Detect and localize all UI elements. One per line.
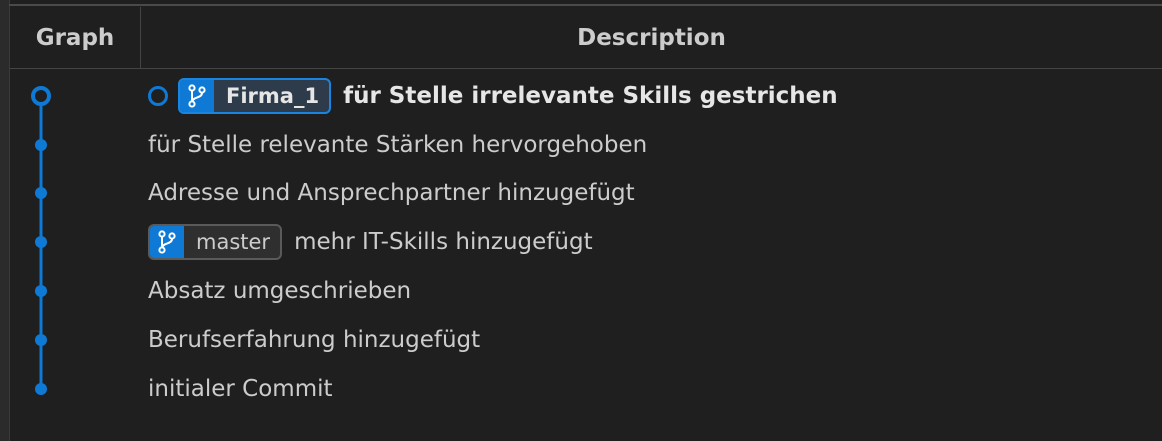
commit-row[interactable]: master mehr IT-Skills hinzugefügt [148,222,593,262]
graph-node[interactable] [35,187,47,199]
branch-label: master [196,230,271,254]
branch-label: Firma_1 [226,84,320,108]
commit-message: initialer Commit [148,376,333,402]
commit-message: Absatz umgeschrieben [148,278,412,304]
commit-row[interactable]: initialer Commit [148,369,333,409]
commit-row[interactable]: Berufserfahrung hinzugefügt [148,320,480,360]
graph-node[interactable] [35,236,47,248]
commit-row[interactable]: für Stelle relevante Stärken hervorgehob… [148,125,647,165]
graph-node-head[interactable] [31,86,51,106]
commit-row[interactable]: Adresse und Ansprechpartner hinzugefügt [148,173,635,213]
git-branch-icon [180,80,214,112]
head-circle-icon [148,86,168,106]
description-column-header[interactable]: Description [141,7,1162,68]
commit-message: Berufserfahrung hinzugefügt [148,327,481,353]
graph-node[interactable] [35,139,47,151]
commit-row[interactable]: Firma_1 für Stelle irrelevante Skills ge… [148,76,838,116]
commit-message: für Stelle irrelevante Skills gestrichen [343,83,838,109]
git-branch-icon [150,226,184,258]
branch-badge-master[interactable]: master [148,224,283,260]
graph-node[interactable] [35,285,47,297]
graph-node[interactable] [35,383,47,395]
commit-graph [31,86,51,395]
commit-message: für Stelle relevante Stärken hervorgehob… [148,132,648,158]
column-header: Graph Description [10,7,1162,69]
graph-node[interactable] [35,334,47,346]
branch-badge-firma-1[interactable]: Firma_1 [178,78,332,114]
commit-graph-panel: Graph Description Firma_1 für Stelle irr… [0,0,1162,441]
commit-message: Adresse und Ansprechpartner hinzugefügt [148,180,635,206]
top-divider [9,4,1162,6]
commit-row[interactable]: Absatz umgeschrieben [148,271,411,311]
commit-message: mehr IT-Skills hinzugefügt [294,229,593,255]
